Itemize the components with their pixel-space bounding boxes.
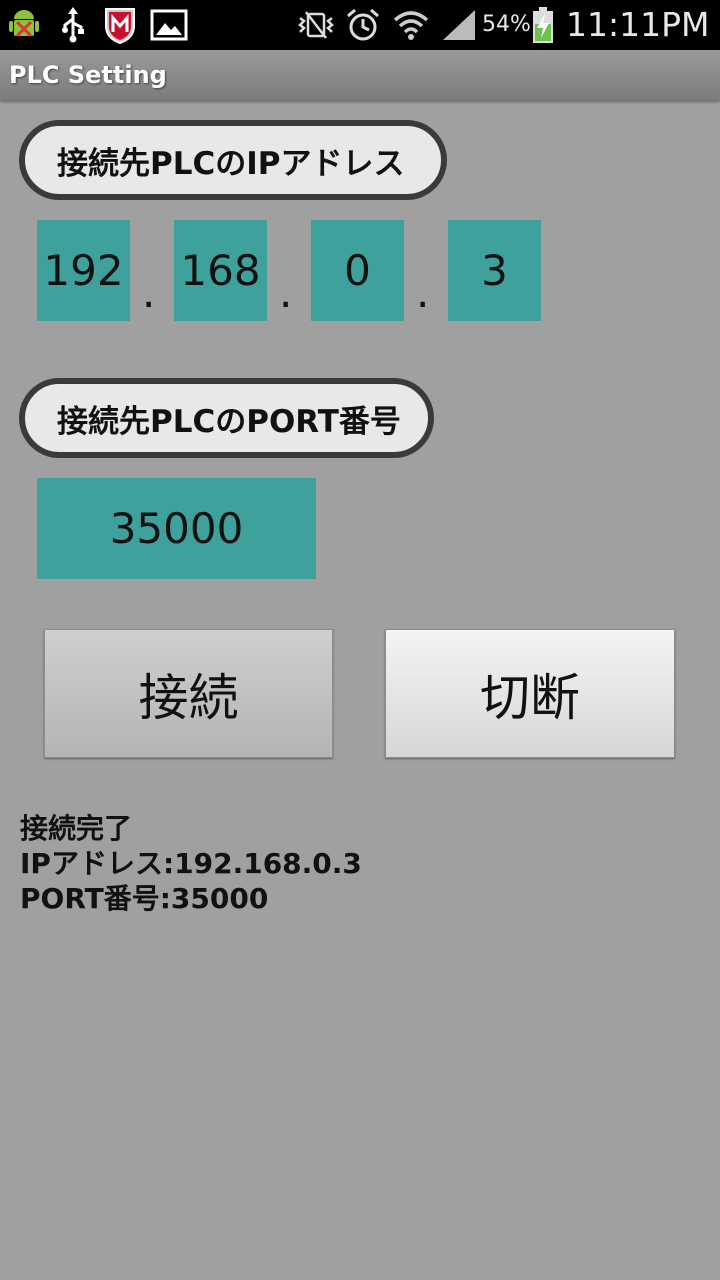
- ip-address-label-text: 接続先PLCのIPアドレス: [57, 145, 405, 182]
- battery-charging-icon: [530, 6, 556, 44]
- ip-separator: .: [279, 268, 293, 317]
- disconnect-button[interactable]: 切断: [385, 629, 675, 758]
- signal-icon: [440, 6, 478, 44]
- wifi-icon: [392, 6, 430, 44]
- battery-percent: 54%: [482, 12, 531, 37]
- connection-status-text: 接続完了: [20, 812, 133, 845]
- ip-separator: .: [142, 268, 156, 317]
- port-label-text: 接続先PLCのPORT番号: [57, 403, 401, 440]
- app-title: PLC Setting: [9, 61, 167, 89]
- clock: 11:11PM: [566, 5, 710, 44]
- ip-address-label: 接続先PLCのIPアドレス: [19, 120, 447, 200]
- title-bar: PLC Setting: [0, 50, 720, 100]
- ip-octet-1-input[interactable]: 192: [37, 220, 130, 321]
- android-debug-icon: [6, 6, 42, 44]
- image-icon: [150, 6, 188, 44]
- alarm-icon: [344, 6, 382, 44]
- ip-separator: .: [416, 268, 430, 317]
- mcafee-icon: [102, 6, 138, 44]
- vibrate-icon: [296, 6, 336, 44]
- connect-button[interactable]: 接続: [44, 629, 333, 758]
- port-input[interactable]: 35000: [37, 478, 316, 579]
- status-bar: 54% 11:11PM: [0, 0, 720, 50]
- usb-icon: [56, 6, 90, 44]
- ip-octet-4-input[interactable]: 3: [448, 220, 541, 321]
- ip-octet-2-input[interactable]: 168: [174, 220, 267, 321]
- connected-ip-text: IPアドレス:192.168.0.3: [20, 847, 362, 880]
- connected-port-text: PORT番号:35000: [20, 882, 269, 915]
- ip-octet-3-input[interactable]: 0: [311, 220, 404, 321]
- port-label: 接続先PLCのPORT番号: [19, 378, 434, 458]
